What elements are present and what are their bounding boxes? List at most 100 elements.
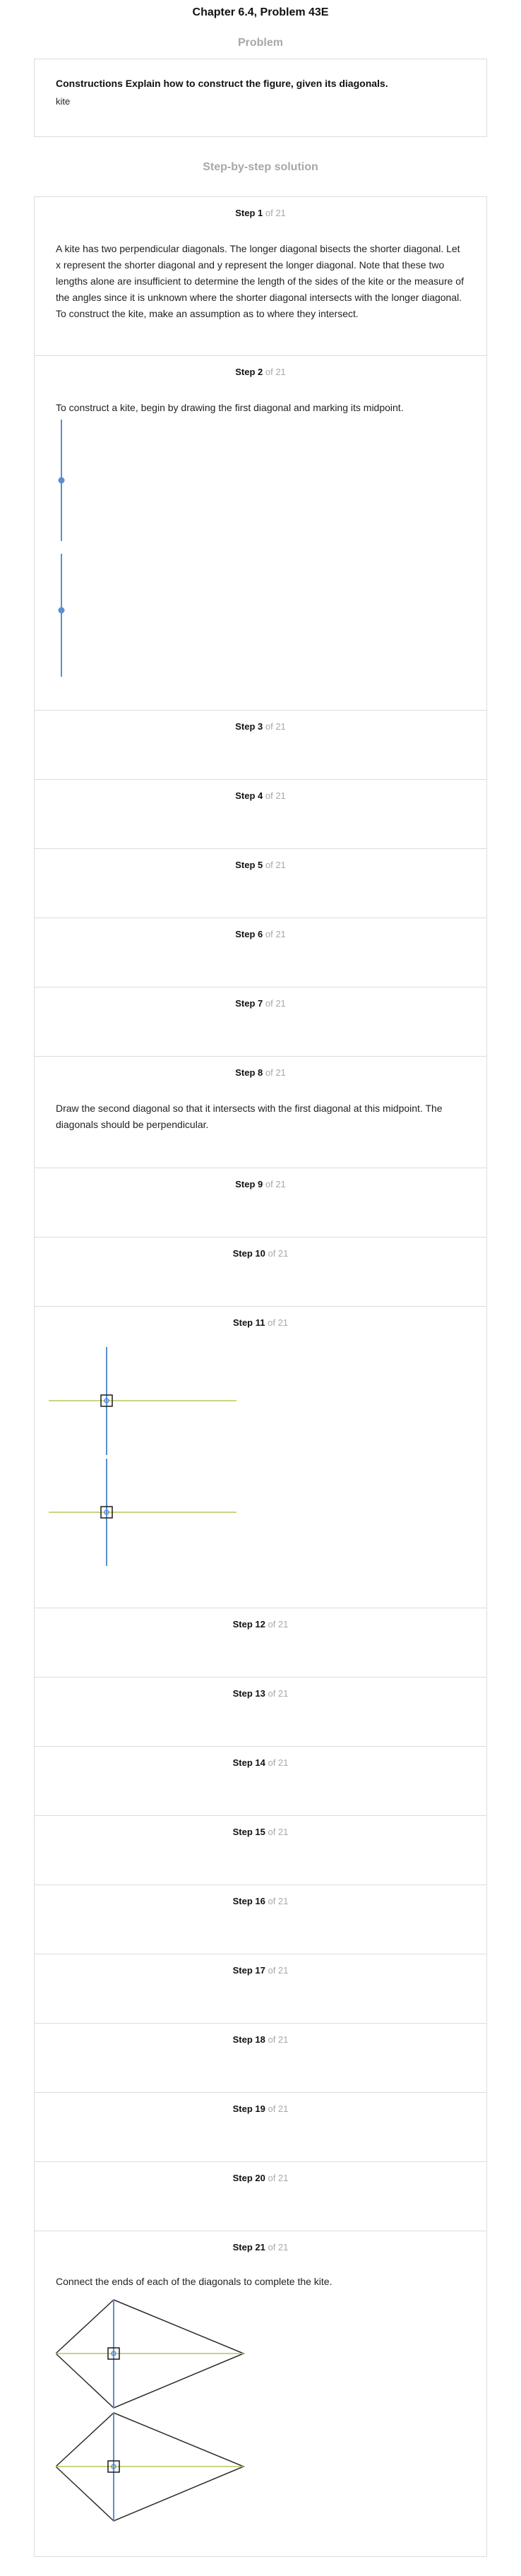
step-text: To construct a kite, begin by drawing th… bbox=[56, 402, 404, 413]
step-header: Step 16 of 21 bbox=[35, 1896, 486, 1906]
step-20: Step 20 of 21 bbox=[35, 2162, 486, 2231]
step-header: Step 15 of 21 bbox=[35, 1827, 486, 1837]
step-of: of 21 bbox=[265, 208, 286, 218]
step-13: Step 13 of 21 bbox=[35, 1678, 486, 1747]
step-of: of 21 bbox=[268, 1827, 289, 1837]
step-label: Step 11 bbox=[232, 1317, 265, 1328]
step-header: Step 14 of 21 bbox=[35, 1757, 486, 1768]
step-label: Step 6 bbox=[235, 929, 263, 939]
step-label: Step 4 bbox=[235, 790, 263, 801]
step-21: Step 21 of 21 Connect the ends of each o… bbox=[35, 2231, 486, 2556]
kite-group bbox=[56, 2412, 245, 2522]
step-label: Step 8 bbox=[235, 1067, 263, 1078]
step-header: Step 4 of 21 bbox=[35, 790, 486, 801]
step-of: of 21 bbox=[268, 2242, 289, 2252]
diagonals-group bbox=[49, 1347, 236, 1455]
step-label: Step 1 bbox=[235, 208, 263, 218]
step-header: Step 7 of 21 bbox=[35, 998, 486, 1009]
step-label: Step 7 bbox=[235, 998, 263, 1009]
step-of: of 21 bbox=[265, 721, 286, 732]
kite-figure bbox=[56, 2299, 245, 2522]
step-header: Step 18 of 21 bbox=[35, 2034, 486, 2045]
step-4: Step 4 of 21 bbox=[35, 780, 486, 849]
step-header: Step 21 of 21 bbox=[35, 2242, 486, 2252]
midpoint-marker bbox=[58, 607, 65, 614]
step-8: Step 8 of 21 Draw the second diagonal so… bbox=[35, 1057, 486, 1168]
step-10: Step 10 of 21 bbox=[35, 1237, 486, 1307]
step-label: Step 12 bbox=[232, 1619, 265, 1630]
step-label: Step 3 bbox=[235, 721, 263, 732]
step-of: of 21 bbox=[268, 1248, 289, 1259]
step-header: Step 9 of 21 bbox=[35, 1179, 486, 1189]
step-of: of 21 bbox=[265, 929, 286, 939]
step-9: Step 9 of 21 bbox=[35, 1168, 486, 1237]
step-text: A kite has two perpendicular diagonals. … bbox=[56, 243, 464, 319]
step-label: Step 13 bbox=[232, 1688, 265, 1699]
step-of: of 21 bbox=[265, 1179, 286, 1189]
step-of: of 21 bbox=[268, 1619, 289, 1630]
step-of: of 21 bbox=[268, 1688, 289, 1699]
step-label: Step 19 bbox=[232, 2103, 265, 2114]
problem-figure-name: kite bbox=[56, 96, 71, 107]
step-header: Step 2 of 21 bbox=[35, 367, 486, 377]
step-text: Draw the second diagonal so that it inte… bbox=[56, 1103, 443, 1130]
step-of: of 21 bbox=[268, 1757, 289, 1768]
step-of: of 21 bbox=[268, 2173, 289, 2183]
step-header: Step 6 of 21 bbox=[35, 929, 486, 939]
step-of: of 21 bbox=[268, 2034, 289, 2045]
step-label: Step 15 bbox=[232, 1827, 265, 1837]
step-of: of 21 bbox=[268, 1317, 289, 1328]
chapter-title: Chapter 6.4, Problem 43E bbox=[192, 6, 329, 18]
step-16: Step 16 of 21 bbox=[35, 1885, 486, 1954]
step-label: Step 18 bbox=[232, 2034, 265, 2045]
step-15: Step 15 of 21 bbox=[35, 1816, 486, 1885]
step-14: Step 14 of 21 bbox=[35, 1747, 486, 1816]
diagonals-group bbox=[49, 1459, 236, 1566]
step-header: Step 11 of 21 bbox=[35, 1317, 486, 1328]
step-header: Step 5 of 21 bbox=[35, 860, 486, 870]
step-label: Step 14 bbox=[232, 1757, 265, 1768]
step-of: of 21 bbox=[265, 367, 286, 377]
step-2: Step 2 of 21 To construct a kite, begin … bbox=[35, 356, 486, 711]
step-label: Step 5 bbox=[235, 860, 263, 870]
step-label: Step 20 bbox=[232, 2173, 265, 2183]
step-of: of 21 bbox=[268, 2103, 289, 2114]
step-3: Step 3 of 21 bbox=[35, 711, 486, 780]
step-text: Connect the ends of each of the diagonal… bbox=[56, 2276, 333, 2287]
step-header: Step 1 of 21 bbox=[35, 208, 486, 218]
diagonal-midpoint-figure bbox=[58, 420, 65, 677]
steps-list: Step 1 of 21 A kite has two perpendicula… bbox=[34, 196, 487, 2557]
problem-statement: Constructions Explain how to construct t… bbox=[56, 78, 388, 89]
step-header: Step 19 of 21 bbox=[35, 2103, 486, 2114]
step-of: of 21 bbox=[268, 1965, 289, 1976]
step-18: Step 18 of 21 bbox=[35, 2024, 486, 2093]
step-header: Step 17 of 21 bbox=[35, 1965, 486, 1976]
step-of: of 21 bbox=[268, 1896, 289, 1906]
step-header: Step 20 of 21 bbox=[35, 2173, 486, 2183]
step-header: Step 3 of 21 bbox=[35, 721, 486, 732]
step-5: Step 5 of 21 bbox=[35, 849, 486, 918]
perpendicular-diagonals-figure bbox=[49, 1347, 236, 1566]
step-7: Step 7 of 21 bbox=[35, 987, 486, 1057]
step-header: Step 13 of 21 bbox=[35, 1688, 486, 1699]
step-17: Step 17 of 21 bbox=[35, 1954, 486, 2024]
step-11: Step 11 of 21 bbox=[35, 1307, 486, 1608]
step-header: Step 12 of 21 bbox=[35, 1619, 486, 1630]
step-of: of 21 bbox=[265, 1067, 286, 1078]
step-12: Step 12 of 21 bbox=[35, 1608, 486, 1678]
kite-group bbox=[56, 2299, 245, 2409]
midpoint-marker bbox=[58, 477, 65, 484]
problem-heading: Problem bbox=[237, 37, 283, 49]
step-1: Step 1 of 21 A kite has two perpendicula… bbox=[35, 197, 486, 356]
step-of: of 21 bbox=[265, 860, 286, 870]
step-of: of 21 bbox=[265, 998, 286, 1009]
step-6: Step 6 of 21 bbox=[35, 918, 486, 987]
step-of: of 21 bbox=[265, 790, 286, 801]
step-label: Step 10 bbox=[232, 1248, 265, 1259]
problem-box: Constructions Explain how to construct t… bbox=[34, 59, 487, 137]
step-label: Step 21 bbox=[232, 2242, 265, 2252]
step-header: Step 10 of 21 bbox=[35, 1248, 486, 1259]
step-label: Step 9 bbox=[235, 1179, 263, 1189]
step-header: Step 8 of 21 bbox=[35, 1067, 486, 1078]
step-19: Step 19 of 21 bbox=[35, 2093, 486, 2162]
